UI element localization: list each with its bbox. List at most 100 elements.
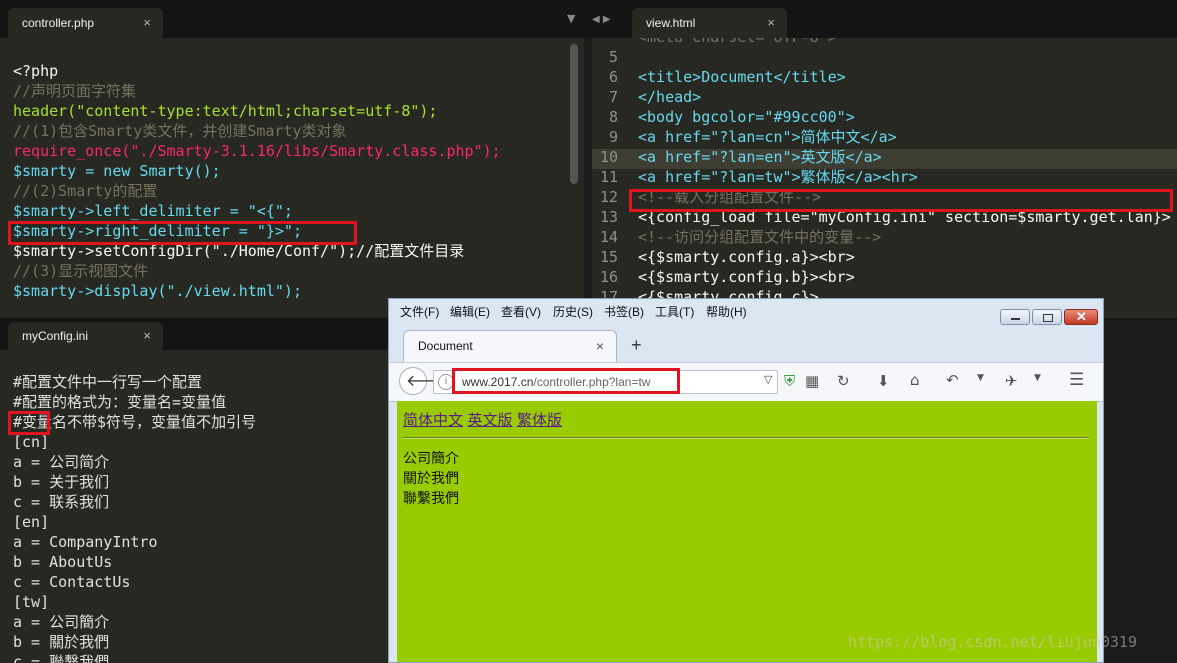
code-line: </head> — [638, 88, 702, 106]
new-tab-button[interactable]: + — [631, 335, 642, 356]
maximize-button[interactable] — [1032, 309, 1062, 325]
shield-icon[interactable]: ⛨ — [784, 372, 795, 390]
tab-controller-php[interactable]: controller.php × — [8, 8, 163, 38]
menu-view[interactable]: 查看(V) — [501, 303, 541, 320]
line-number: 6 — [608, 68, 618, 86]
watermark: https://blog.csdn.net/liujun0319 — [848, 633, 1137, 651]
tab-label: view.html — [646, 16, 696, 30]
reload-icon[interactable]: ↻ — [837, 372, 850, 390]
line-number: 14 — [599, 228, 618, 246]
code-line: #配置文件中一行写一个配置 — [13, 373, 203, 391]
code-line: header("content-type:text/html;charset=u… — [13, 102, 438, 120]
code-line: <title>Document</title> — [638, 68, 846, 86]
code-line: [cn] — [13, 433, 50, 451]
line-number: 8 — [608, 108, 618, 126]
menu-bookmarks[interactable]: 书签(B) — [604, 303, 644, 320]
menu-edit[interactable]: 编辑(E) — [450, 303, 490, 320]
menu-tools[interactable]: 工具(T) — [655, 303, 694, 320]
line-number: 9 — [608, 128, 618, 146]
window-close-button[interactable]: ✕ — [1064, 309, 1098, 325]
language-links: 简体中文 英文版 繁体版 — [403, 409, 562, 430]
code-line: $smarty->display("./view.html"); — [13, 282, 302, 300]
minimize-button[interactable] — [1000, 309, 1030, 325]
left-editor[interactable]: <?php //声明页面字符集 header("content-type:tex… — [0, 38, 584, 318]
close-icon[interactable]: × — [143, 322, 151, 350]
undo-icon[interactable]: ↶ — [946, 371, 959, 389]
code-line: a = 公司简介 — [13, 453, 110, 471]
code-line: a = CompanyIntro — [13, 533, 158, 551]
config-value-b: 關於我們 — [403, 471, 459, 487]
code-line: //声明页面字符集 — [13, 82, 137, 100]
code-line: b = 關於我們 — [13, 633, 110, 651]
code-line: b = 关于我们 — [13, 473, 110, 491]
close-icon[interactable]: × — [767, 8, 775, 38]
line-number: 13 — [599, 208, 618, 226]
chevron-down-icon[interactable]: ▼ — [1034, 373, 1041, 383]
code-line: [tw] — [13, 593, 50, 611]
code-line: <body bgcolor="#99cc00"> — [638, 108, 855, 126]
code-line: <{$smarty.config.a}><br> — [638, 248, 855, 266]
scrollbar[interactable] — [570, 44, 578, 184]
menu-history[interactable]: 历史(S) — [553, 303, 593, 320]
minimize-icon — [1011, 318, 1020, 320]
menu-bar: 文件(F) 编辑(E) 查看(V) 历史(S) 书签(B) 工具(T) 帮助(H… — [389, 299, 1103, 321]
close-icon[interactable]: × — [596, 331, 604, 361]
menu-icon[interactable]: ☰ — [1069, 370, 1084, 390]
code-line: c = 联系我们 — [13, 493, 110, 511]
config-value-a: 公司簡介 — [403, 451, 459, 467]
nav-arrows-icon[interactable]: ◀ ▶ — [592, 14, 611, 25]
code-php: <?php //声明页面字符集 header("content-type:tex… — [13, 41, 501, 301]
config-value-c: 聯繫我們 — [403, 491, 459, 507]
code-ini: #配置文件中一行写一个配置 #配置的格式为：变量名=变量值 #变量名不带$符号，… — [13, 352, 256, 663]
tab-view-html[interactable]: view.html × — [632, 8, 787, 38]
extension-icon[interactable]: ✈ — [1005, 372, 1018, 390]
home-icon[interactable]: ⌂ — [910, 371, 920, 389]
line-number: 11 — [599, 168, 618, 186]
code-line: $smarty->left_delimiter = "<{"; — [13, 202, 293, 220]
close-icon[interactable]: × — [143, 8, 151, 38]
menu-help[interactable]: 帮助(H) — [706, 303, 747, 320]
dropdown-icon[interactable]: ▽ — [764, 373, 772, 386]
line-number: 5 — [608, 48, 618, 66]
download-icon[interactable]: ⬇ — [877, 372, 890, 390]
qr-code-icon[interactable]: ▦ — [805, 372, 819, 390]
chevron-down-icon[interactable]: ▼ — [567, 12, 575, 25]
code-line: <a href="?lan=en">英文版</a> — [638, 148, 882, 166]
highlight-setconfigdir — [8, 221, 357, 245]
code-line: $smarty = new Smarty(); — [13, 162, 221, 180]
code-html: <title>Document</title> </head> <body bg… — [638, 47, 1171, 307]
right-editor[interactable]: <meta charset="UTF-8"> 5 6 7 8 9 10 11 1… — [592, 38, 1177, 318]
highlight-config-load — [629, 189, 1173, 212]
code-line: c = ContactUs — [13, 573, 131, 591]
tab-label: controller.php — [22, 16, 95, 30]
link-traditional-chinese[interactable]: 繁体版 — [517, 411, 562, 429]
maximize-icon — [1043, 314, 1053, 322]
line-number: 15 — [599, 248, 618, 266]
link-simplified-chinese[interactable]: 简体中文 — [403, 411, 463, 429]
line-number: 7 — [608, 88, 618, 106]
code-line: a = 公司簡介 — [13, 613, 110, 631]
browser-window: 文件(F) 编辑(E) 查看(V) 历史(S) 书签(B) 工具(T) 帮助(H… — [388, 298, 1104, 663]
highlight-cn-section — [8, 411, 50, 435]
code-line: //(3)显示视图文件 — [13, 262, 149, 280]
horizontal-rule — [403, 437, 1089, 439]
menu-file[interactable]: 文件(F) — [400, 303, 439, 320]
back-button[interactable]: 🡐 — [399, 367, 449, 395]
code-line: <{$smarty.config.b}><br> — [638, 268, 855, 286]
code-line: [en] — [13, 513, 50, 531]
line-number: 12 — [599, 188, 618, 206]
config-output: 公司簡介 關於我們 聯繫我們 — [403, 449, 459, 509]
tab-label: myConfig.ini — [22, 329, 89, 343]
highlight-url — [452, 368, 680, 394]
code-line: //(2)Smarty的配置 — [13, 182, 158, 200]
code-line: //(1)包含Smarty类文件，并创建Smarty类对象 — [13, 122, 347, 140]
left-tabbar: controller.php × ▼ — [0, 0, 584, 38]
bottom-tabbar: myConfig.ini × — [0, 318, 390, 350]
tab-myconfig-ini[interactable]: myConfig.ini × — [8, 322, 163, 350]
browser-tab-document[interactable]: Document × — [403, 330, 617, 362]
link-english[interactable]: 英文版 — [467, 411, 512, 429]
bottom-editor[interactable]: #配置文件中一行写一个配置 #配置的格式为：变量名=变量值 #变量名不带$符号，… — [0, 350, 390, 663]
code-line: <a href="?lan=cn">简体中文</a> — [638, 128, 897, 146]
code-line: <?php — [13, 62, 59, 80]
chevron-down-icon[interactable]: ▼ — [977, 373, 984, 383]
